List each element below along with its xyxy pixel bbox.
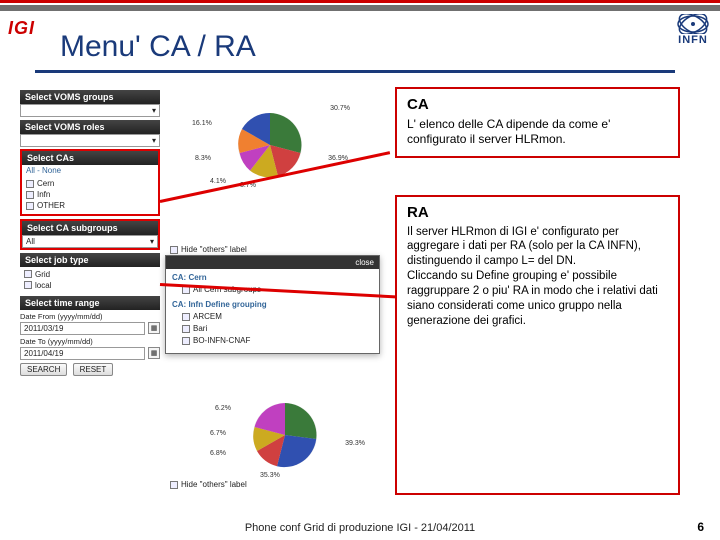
hdr-voms-roles[interactable]: Select VOMS roles [20,120,160,134]
chevron-down-icon[interactable]: ▾ [150,237,154,246]
jobtype-item[interactable]: local [24,280,156,291]
callout-ra-title: RA [407,203,668,223]
calendar-icon[interactable]: ▦ [148,347,160,359]
hide-others-checkbox[interactable]: Hide "others" label [170,480,247,489]
pie-chart-2: 39.3% 35.3% 6.8% 6.7% 6.2% [225,390,345,480]
ca-item[interactable]: Infn [26,189,154,200]
callout-ra: RA Il server HLRmon di IGI e' configurat… [395,195,680,495]
page-number: 6 [697,520,704,534]
date-to-label: Date To (yyyy/mm/dd) [20,337,160,346]
calendar-icon[interactable]: ▦ [148,322,160,334]
page-title: Menu' CA / RA [60,30,256,64]
callout-ca: CA L' elenco delle CA dipende da come e'… [395,87,680,158]
logo-left: IGI [8,18,35,39]
ca-selection-box: Select CAs All - None Cern Infn OTHER [20,149,160,216]
date-from-input[interactable]: 2011/03/19 [20,322,145,335]
callout-ca-title: CA [407,95,668,115]
date-to-input[interactable]: 2011/04/19 [20,347,145,360]
popup-ca-label: CA: Cern [172,272,373,284]
footer-text: Phone conf Grid di produzione IGI - 21/0… [0,522,720,534]
callout-ca-body: L' elenco delle CA dipende da come e' co… [407,117,668,148]
subgroup-popup: close CA: Cern All Cern subgroups CA: In… [165,255,380,354]
close-link[interactable]: close [355,258,374,267]
reset-button[interactable]: RESET [73,363,114,376]
hdr-timerange[interactable]: Select time range [20,296,160,310]
popup-item[interactable]: Bari [172,323,373,335]
popup-item[interactable]: BO-INFN-CNAF [172,335,373,347]
ca-item[interactable]: OTHER [26,200,154,211]
chevron-down-icon[interactable]: ▾ [152,106,156,115]
app-screenshot: Select VOMS groups ▾ Select VOMS roles ▾… [20,90,390,490]
callout-ra-body: Il server HLRmon di IGI e' configurato p… [407,225,668,330]
logo-right: INFN [676,14,710,46]
chevron-down-icon[interactable]: ▾ [152,136,156,145]
hdr-voms-groups[interactable]: Select VOMS groups [20,90,160,104]
popup-item[interactable]: ARCEM [172,311,373,323]
ca-item[interactable]: Cern [26,178,154,189]
jobtype-item[interactable]: Grid [24,269,156,280]
hdr-jobtype[interactable]: Select job type [20,253,160,267]
hdr-cas[interactable]: Select CAs [22,151,158,165]
hdr-subgroups[interactable]: Select CA subgroups [22,221,158,235]
all-none-link[interactable]: All - None [22,165,158,176]
title-underline [35,70,675,73]
popup-ca-label: CA: Infn Define grouping [172,299,373,311]
hide-others-checkbox[interactable]: Hide "others" label [170,245,247,254]
infn-oval-icon [676,14,710,34]
search-button[interactable]: SEARCH [20,363,67,376]
date-from-label: Date From (yyyy/mm/dd) [20,312,160,321]
subgroup-selection-box: Select CA subgroups All▾ [20,219,160,250]
